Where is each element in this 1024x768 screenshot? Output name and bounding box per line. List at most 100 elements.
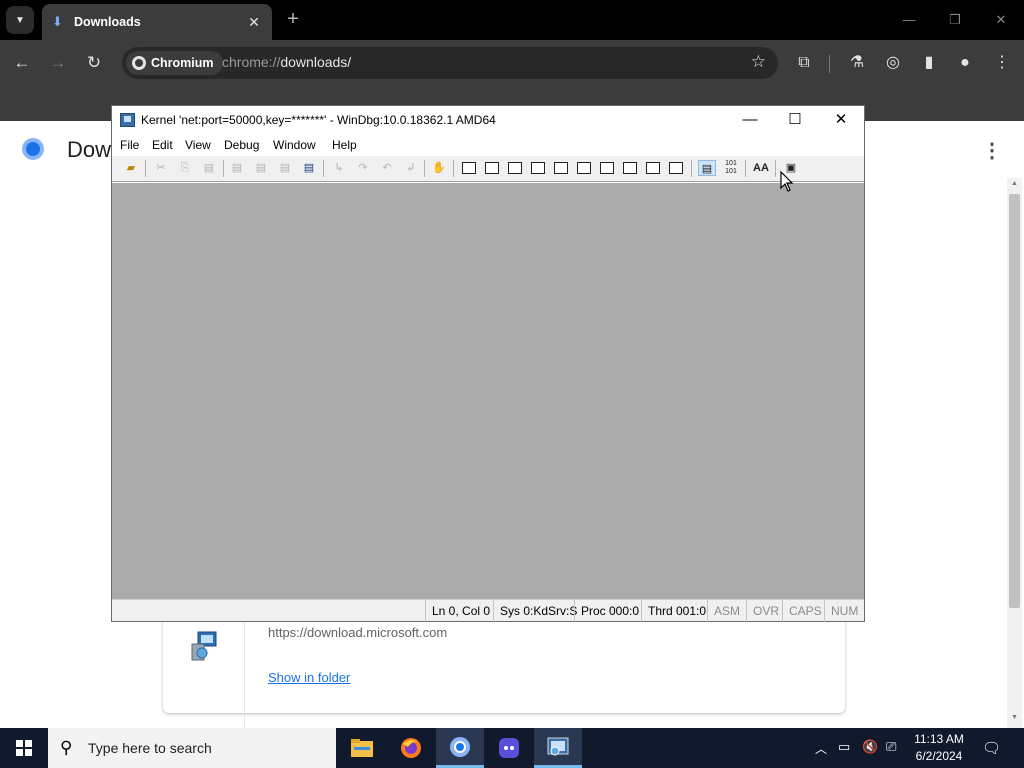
run-to-cursor-icon[interactable]: ↲ [402,160,420,176]
site-chip[interactable]: Chromium [126,51,223,75]
disassembly-window-icon[interactable] [598,160,616,176]
tab-close-icon[interactable]: ✕ [246,14,262,31]
url-text[interactable]: chrome://downloads/ [222,54,351,70]
profile-avatar-icon[interactable]: ● [951,49,979,77]
reload-icon[interactable]: ↻ [80,49,108,77]
restart-icon[interactable]: ▤ [252,160,270,176]
menu-window[interactable]: Window [273,138,316,152]
tab-search-button[interactable]: ▼ [6,6,34,34]
address-bar[interactable]: Chromium chrome://downloads/ ☆ [122,47,778,79]
scroll-up-icon[interactable]: ▲ [1011,180,1018,187]
download-source-url: https://download.microsoft.com [268,625,448,640]
tray-overflow-icon[interactable]: ︿ [815,740,827,757]
step-out-icon[interactable]: ↶ [378,160,396,176]
locals-window-icon[interactable] [506,160,524,176]
clock-date[interactable]: 6/2/2024 [913,749,965,763]
windbg-titlebar[interactable]: Kernel 'net:port=50000,key=*******' - Wi… [112,106,864,134]
page-menu-icon[interactable]: ⋮ [982,138,1002,163]
command-window-icon[interactable] [460,160,478,176]
toolbar-separator [145,160,146,177]
toolbar-separator [691,160,692,177]
command-browser-icon[interactable] [667,160,685,176]
break-icon[interactable]: ▤ [300,160,318,176]
new-tab-button[interactable]: + [282,9,304,31]
call-stack-window-icon[interactable] [575,160,593,176]
cut-icon[interactable]: ✂ [152,160,170,176]
source-mode-icon[interactable]: ▤ [698,160,716,176]
toolbar-separator [745,160,746,177]
open-folder-icon[interactable]: ▰ [122,160,140,176]
hand-breakpoint-icon[interactable]: ✋ [430,160,448,176]
minimize-icon[interactable]: — [896,9,922,31]
step-over-icon[interactable]: ↷ [354,160,372,176]
toolbar-separator [223,160,224,177]
step-into-icon[interactable]: ↳ [330,160,348,176]
scratch-pad-icon[interactable] [621,160,639,176]
windbg-maximize-icon[interactable]: ☐ [780,110,810,130]
scroll-down-icon[interactable]: ▼ [1011,714,1018,721]
copy-icon[interactable]: ⎘ [176,160,194,176]
toolbar-separator [424,160,425,177]
notifications-icon[interactable]: 🗨 [982,739,1001,757]
scrollbar-thumb[interactable] [1009,194,1020,608]
go-icon[interactable]: ▤ [228,160,246,176]
tab-strip: ▼ ⬇ Downloads ✕ + — ❐ ✕ [0,0,1024,40]
search-icon: ⚲ [60,738,73,757]
close-window-icon[interactable]: ✕ [988,9,1014,31]
menu-view[interactable]: View [185,138,211,152]
watch-window-icon[interactable] [483,160,501,176]
status-proc: Proc 000:0 [574,600,645,622]
clock-time[interactable]: 11:13 AM [913,732,965,746]
extensions-icon[interactable]: ⧉ [790,49,818,77]
paste-icon[interactable]: ▤ [200,160,218,176]
restore-icon[interactable]: ❐ [942,9,968,31]
discord-app-icon[interactable] [485,728,533,768]
windbg-minimize-icon[interactable]: — [735,110,765,130]
browser-toolbar: ← → ↻ Chromium chrome://downloads/ ☆ ⧉ ⚗… [0,40,1024,86]
volume-muted-icon[interactable]: 🔇 [862,739,878,755]
show-in-folder-link[interactable]: Show in folder [268,670,350,685]
memory-window-icon[interactable] [552,160,570,176]
network-icon[interactable]: ▭ [838,739,850,755]
windbg-menubar: File Edit View Debug Window Help [112,134,864,156]
status-ovr: OVR [746,600,785,622]
windbg-taskbar-icon[interactable] [534,728,582,768]
hex-display-icon[interactable]: 101 101 [722,160,740,176]
windbg-toolbar: ▰ ✂ ⎘ ▤ ▤ ▤ ▤ ▤ ↳ ↷ ↶ ↲ ✋ ▤ 101 101 AA ▣ [112,156,864,182]
processes-threads-icon[interactable] [644,160,662,176]
windbg-window: Kernel 'net:port=50000,key=*******' - Wi… [111,105,865,622]
url-path: downloads/ [280,54,352,70]
windbg-statusbar: Ln 0, Col 0 Sys 0:KdSrv:S Proc 000:0 Thr… [112,599,864,622]
menu-debug[interactable]: Debug [224,138,259,152]
status-asm: ASM [707,600,746,622]
menu-edit[interactable]: Edit [152,138,173,152]
tab-title: Downloads [74,15,141,29]
forward-icon[interactable]: → [44,49,72,77]
tab-downloads[interactable]: ⬇ Downloads ✕ [42,4,272,40]
windows-start-icon[interactable] [0,728,48,768]
toolbar-separator [453,160,454,177]
menu-file[interactable]: File [120,138,139,152]
side-panel-icon[interactable]: ▮ [915,49,943,77]
windbg-workspace[interactable] [112,183,864,599]
stop-debugging-icon[interactable]: ▤ [276,160,294,176]
registers-window-icon[interactable] [529,160,547,176]
chromium-taskbar-icon[interactable] [436,728,484,768]
firefox-icon[interactable] [387,728,435,768]
font-icon[interactable]: AA [752,160,770,176]
extension-badge-icon[interactable]: ◎ [879,49,907,77]
taskbar-search-box[interactable]: ⚲ Type here to search [48,728,336,768]
back-icon[interactable]: ← [8,49,36,77]
chevron-down-icon: ▼ [15,14,25,26]
toolbar-separator [775,160,776,177]
toolbar-divider [829,55,830,73]
labs-flask-icon[interactable]: ⚗ [843,49,871,77]
bookmark-star-icon[interactable]: ☆ [751,52,766,72]
windbg-close-icon[interactable]: ✕ [826,110,856,130]
status-caps: CAPS [782,600,828,622]
file-explorer-icon[interactable] [338,728,386,768]
windbg-app-icon [120,113,135,127]
display-icon[interactable]: ⎚ [886,739,896,755]
chrome-menu-icon[interactable]: ⋮ [988,49,1016,77]
menu-help[interactable]: Help [332,138,357,152]
